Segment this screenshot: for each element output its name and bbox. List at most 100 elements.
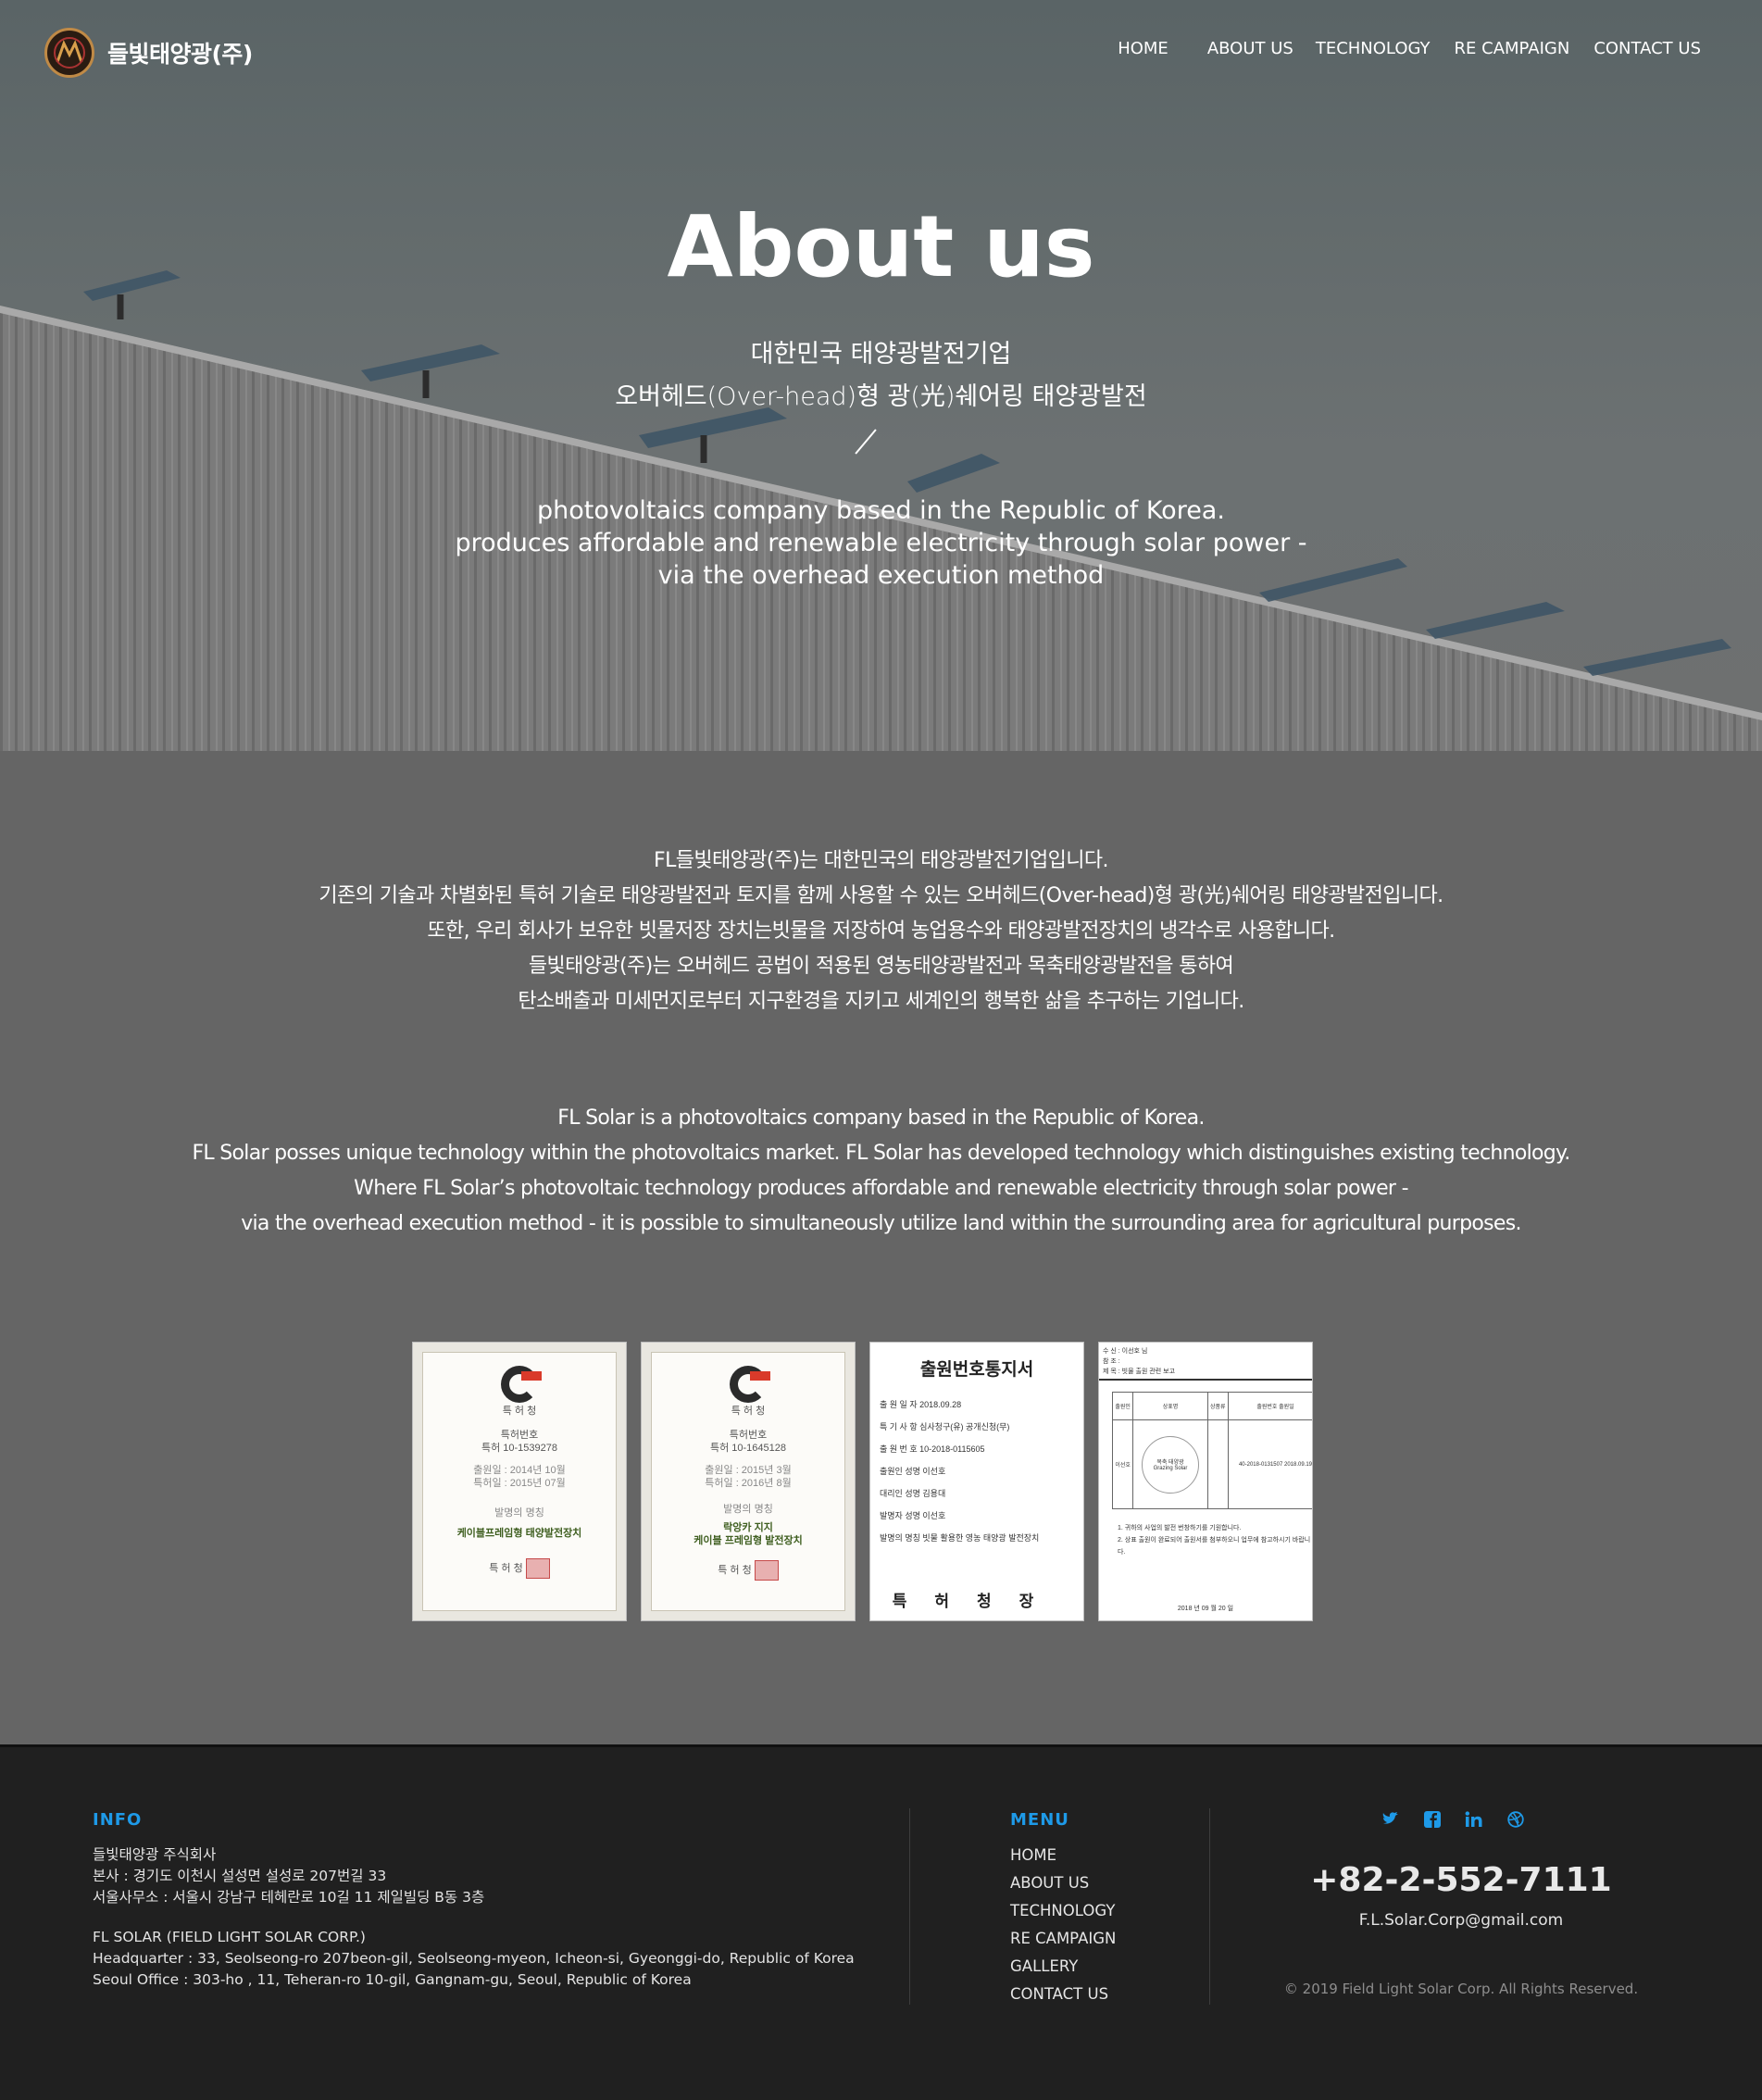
notice-title: 출원번호통지서 — [919, 1360, 1034, 1380]
hero-ko-line: 대한민국 태양광발전기업 — [750, 340, 1012, 369]
footer-info-line: 들빛태양광 주식회사 — [93, 1846, 217, 1863]
cert-invention-label: 발명의 명칭 — [494, 1507, 544, 1519]
page-title: About us — [667, 197, 1095, 296]
notice-row: 대리인 성명 김용대 — [880, 1489, 946, 1498]
hero-en-line: produces affordable and renewable electr… — [455, 529, 1307, 557]
patent-office-logo-icon — [495, 1366, 544, 1403]
hero-english-tagline: photovoltaics company based in the Repub… — [0, 494, 1762, 592]
cert-number-label: 특허번호 — [729, 1430, 768, 1441]
footer-email[interactable]: F.L.Solar.Corp@gmail.com — [1204, 1911, 1718, 1930]
footer-menu-gallery[interactable]: GALLERY — [1010, 1953, 1116, 1981]
memo-note: 2. 상표 출원이 완료되어 출원서를 첨부하오니 업무에 참고하시기 바랍니다… — [1118, 1537, 1311, 1556]
cert-office: 특 허 청 — [731, 1406, 766, 1417]
footer-menu-contact-us[interactable]: CONTACT US — [1010, 1981, 1116, 2008]
notice-row: 출 원 번 호 10-2018-0115605 — [880, 1444, 985, 1454]
footer-info-english: FL SOLAR (FIELD LIGHT SOLAR CORP.) Headq… — [93, 1927, 855, 1991]
cert-invention: 락앙카 지지 — [723, 1522, 773, 1533]
footer-menu: HOME ABOUT US TECHNOLOGY RE CAMPAIGN GAL… — [1010, 1842, 1116, 2008]
logo-emblem-icon — [44, 28, 94, 78]
intro-ko-line: 탄소배출과 미세먼지로부터 지구환경을 지키고 세계인의 행복한 삶을 추구하는… — [518, 990, 1244, 1013]
hero-section: 들빛태양광(주) HOME ABOUT US TECHNOLOGY RE CAM… — [0, 0, 1762, 751]
footer-info-korean: 들빛태양광 주식회사 본사 : 경기도 이천시 설성면 설성로 207번길 33… — [93, 1844, 484, 1908]
facebook-icon[interactable] — [1423, 1810, 1442, 1829]
memo-rule — [1099, 1379, 1312, 1381]
twitter-icon[interactable] — [1381, 1810, 1400, 1829]
memo-line: 제 목 : 빗물 출원 관련 보고 — [1103, 1369, 1176, 1375]
hero-ko-line: 오버헤드(Over-head)형 광(光)쉐어링 태양광발전 — [615, 382, 1147, 411]
site-logo[interactable]: 들빛태양광(주) — [44, 28, 253, 78]
cert-granted: 특허일 : 2016년 8월 — [705, 1478, 792, 1489]
table-cell — [1206, 1419, 1229, 1509]
cert-number-label: 특허번호 — [500, 1430, 539, 1441]
cert-number: 특허 10-1645128 — [709, 1443, 787, 1454]
footer-info-line: 서울사무소 : 서울시 강남구 테헤란로 10길 11 제일빌딩 B동 3층 — [93, 1889, 485, 1906]
trademark-name: 목축 태양광 Grazing Solar — [1153, 1460, 1188, 1471]
nav-technology[interactable]: TECHNOLOGY — [1316, 39, 1431, 58]
nav-home[interactable]: HOME — [1118, 39, 1168, 58]
footer-phone[interactable]: +82-2-552-7111 — [1204, 1861, 1718, 1899]
cert-invention: 케이블 프레임형 발전장치 — [694, 1535, 803, 1546]
nav-contact-us[interactable]: CONTACT US — [1593, 39, 1701, 58]
cert-filed: 출원일 : 2015년 3월 — [705, 1465, 792, 1476]
intro-ko-line: 들빛태양광(주)는 오버헤드 공법이 적용된 영농태양광발전과 목축태양광발전을… — [528, 955, 1234, 978]
footer-info-line: Headquarter : 33, Seolseong-ro 207beon-g… — [93, 1950, 855, 1967]
trademark-report-document[interactable]: 수 신 : 이선호 님 참 조 : 제 목 : 빗물 출원 관련 보고 출원인 … — [1098, 1342, 1313, 1621]
notice-footer: 특허청장 — [892, 1593, 1062, 1610]
hero-en-line: photovoltaics company based in the Repub… — [537, 496, 1225, 525]
stamp-icon — [754, 1560, 779, 1581]
intro-en-line: FL Solar is a photovoltaics company base… — [557, 1106, 1205, 1130]
table-header-cell: 출원번호 출원일 — [1227, 1392, 1312, 1420]
table-header-cell: 상품류 — [1206, 1392, 1229, 1420]
cert-footer-text: 특 허 청 — [718, 1564, 752, 1576]
hero-en-line: via the overhead execution method — [657, 561, 1105, 590]
cert-invention: 케이블프레임형 태양발전장치 — [456, 1528, 582, 1539]
logo-text: 들빛태양광(주) — [107, 41, 253, 68]
footer-menu-about-us[interactable]: ABOUT US — [1010, 1869, 1116, 1897]
patent-certificate-2[interactable]: 특 허 청 특허번호 특허 10-1645128 출원일 : 2015년 3월 … — [641, 1342, 856, 1621]
patent-office-logo-icon — [724, 1366, 772, 1403]
cert-filed: 출원일 : 2014년 10월 — [473, 1465, 566, 1476]
trademark-logo-cell: 목축 태양광 Grazing Solar — [1132, 1419, 1208, 1509]
patent-certificate-1[interactable]: 특 허 청 특허번호 특허 10-1539278 출원일 : 2014년 10월… — [412, 1342, 627, 1621]
footer-info-heading: INFO — [93, 1810, 143, 1830]
social-links — [1381, 1810, 1525, 1829]
linkedin-icon[interactable] — [1465, 1810, 1483, 1829]
memo-header: 수 신 : 이선호 님 참 조 : 제 목 : 빗물 출원 관련 보고 — [1103, 1346, 1312, 1377]
table-header-cell: 상표명 — [1132, 1392, 1208, 1420]
trademark-logo-icon: 목축 태양광 Grazing Solar — [1141, 1435, 1199, 1494]
intro-en-line: via the overhead execution method - it i… — [241, 1212, 1521, 1235]
footer-menu-technology[interactable]: TECHNOLOGY — [1010, 1897, 1116, 1925]
memo-notes: 1. 귀하의 사업의 발전 번창하기를 기원합니다. 2. 상표 출원이 완료되… — [1118, 1522, 1312, 1558]
table-cell: 이선호 — [1111, 1419, 1134, 1509]
cert-footer: 특 허 청 — [423, 1558, 616, 1579]
memo-note: 1. 귀하의 사업의 발전 번창하기를 기원합니다. — [1118, 1525, 1242, 1531]
table-row: 이선호 목축 태양광 Grazing Solar 40-2018-0131507… — [1111, 1419, 1312, 1509]
footer-menu-re-campaign[interactable]: RE CAMPAIGN — [1010, 1925, 1116, 1953]
cert-footer: 특 허 청 — [652, 1560, 844, 1581]
notice-row: 출 원 일 자 2018.09.28 — [880, 1400, 962, 1409]
stamp-icon — [525, 1558, 550, 1579]
notice-row: 출원인 성명 이선호 — [880, 1467, 946, 1476]
nav-re-campaign[interactable]: RE CAMPAIGN — [1455, 39, 1570, 58]
memo-date: 2018 년 09 월 20 일 — [1177, 1606, 1234, 1612]
application-notice-document[interactable]: 출원번호통지서 출 원 일 자 2018.09.28 특 기 사 항 심사청구(… — [869, 1342, 1084, 1621]
main-nav: HOME ABOUT US TECHNOLOGY RE CAMPAIGN CON… — [1093, 39, 1701, 58]
intro-en-line: Where FL Solar’s photovoltaic technology… — [354, 1177, 1408, 1200]
intro-en-line: FL Solar posses unique technology within… — [192, 1142, 1570, 1165]
certificate-paper: 특 허 청 특허번호 특허 10-1645128 출원일 : 2015년 3월 … — [651, 1352, 845, 1611]
footer-menu-heading: MENU — [1010, 1810, 1069, 1830]
intro-ko-line: 기존의 기술과 차별화된 특허 기술로 태양광발전과 토지를 함께 사용할 수 … — [319, 884, 1443, 907]
notice-row: 발명의 명칭 빗물 활용한 영농 태양광 발전장치 — [880, 1533, 1040, 1543]
certificate-gallery: 특 허 청 특허번호 특허 10-1539278 출원일 : 2014년 10월… — [412, 1342, 1313, 1621]
footer-info-line: 본사 : 경기도 이천시 설성면 설성로 207번길 33 — [93, 1868, 387, 1884]
table-header-cell: 출원인 — [1111, 1392, 1134, 1420]
footer-menu-home[interactable]: HOME — [1010, 1842, 1116, 1869]
cert-invention-label: 발명의 명칭 — [723, 1504, 773, 1515]
trademark-table: 출원인 상표명 상품류 출원번호 출원일 이선호 목축 태양광 Grazing … — [1111, 1392, 1312, 1509]
notice-rows: 출 원 일 자 2018.09.28 특 기 사 항 심사청구(유) 공개신청(… — [870, 1394, 1083, 1549]
cert-granted: 특허일 : 2015년 07월 — [473, 1478, 566, 1489]
memo-line: 참 조 : — [1103, 1358, 1120, 1365]
dribbble-icon[interactable] — [1506, 1810, 1525, 1829]
notice-row: 특 기 사 항 심사청구(유) 공개신청(무) — [880, 1422, 1010, 1431]
nav-about-us[interactable]: ABOUT US — [1207, 39, 1293, 58]
